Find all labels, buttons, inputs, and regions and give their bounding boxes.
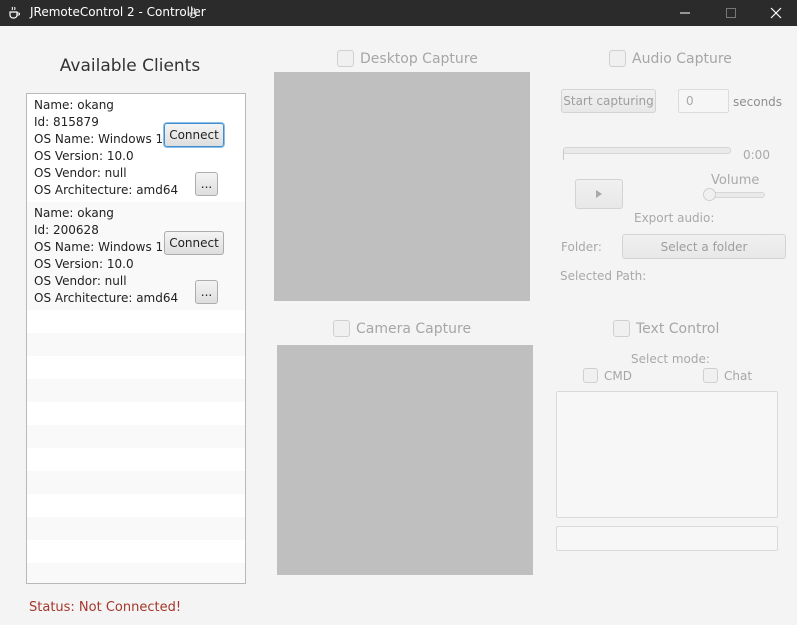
connection-status: Status: Not Connected! — [29, 600, 182, 615]
window-titlebar: JRemoteControl 2 - Controller — [0, 0, 797, 26]
camera-capture-view[interactable] — [277, 345, 533, 575]
empty-row — [27, 540, 245, 563]
close-button[interactable] — [753, 0, 797, 26]
connect-button[interactable]: Connect — [164, 123, 224, 147]
text-control-label: Text Control — [636, 320, 720, 337]
selected-path-label: Selected Path: — [560, 269, 647, 283]
chat-checkbox[interactable] — [703, 368, 718, 383]
desktop-capture-view[interactable] — [274, 72, 530, 301]
seconds-input[interactable]: 0 — [678, 89, 729, 113]
export-audio-label: Export audio: — [634, 211, 715, 225]
audio-time: 0:00 — [743, 148, 770, 162]
start-capturing-button[interactable]: Start capturing — [561, 89, 656, 113]
client-row[interactable]: Name: okang Id: 815879 OS Name: Windows … — [27, 94, 245, 202]
desktop-capture-label: Desktop Capture — [360, 50, 478, 67]
empty-row — [27, 563, 245, 583]
clients-heading: Available Clients — [59, 56, 201, 76]
client-id: Id: 200628 — [34, 223, 99, 237]
client-id: Id: 815879 — [34, 115, 99, 129]
audio-capture-toggle[interactable]: Audio Capture — [609, 50, 732, 67]
empty-row — [27, 402, 245, 425]
seconds-label: seconds — [733, 95, 783, 109]
folder-label: Folder: — [561, 240, 602, 254]
desktop-capture-toggle[interactable]: Desktop Capture — [337, 50, 478, 67]
text-control-checkbox[interactable] — [613, 320, 630, 337]
select-mode-label: Select mode: — [631, 352, 710, 366]
empty-row — [27, 425, 245, 448]
empty-row — [27, 517, 245, 540]
close-icon — [770, 7, 782, 19]
cmd-mode-option[interactable]: CMD — [583, 368, 632, 383]
camera-capture-label: Camera Capture — [356, 320, 472, 337]
cmd-checkbox[interactable] — [583, 368, 598, 383]
client-os-arch: OS Architecture: amd64 — [34, 183, 179, 197]
empty-row — [27, 448, 245, 471]
empty-row — [27, 310, 245, 333]
client-os-version: OS Version: 10.0 — [34, 257, 134, 271]
empty-row — [27, 471, 245, 494]
empty-row — [27, 356, 245, 379]
client-name: Name: okang — [34, 206, 114, 220]
client-os-vendor: OS Vendor: null — [34, 274, 127, 288]
client-os-vendor: OS Vendor: null — [34, 166, 127, 180]
text-control-toggle[interactable]: Text Control — [613, 320, 719, 337]
client-details-button[interactable]: ... — [195, 280, 218, 304]
chat-label: Chat — [724, 368, 753, 383]
volume-label: Volume — [711, 173, 760, 188]
empty-row — [27, 379, 245, 402]
client-row[interactable]: Name: okang Id: 200628 OS Name: Windows … — [27, 202, 245, 310]
audio-progress-slider[interactable] — [563, 147, 731, 154]
audio-capture-label: Audio Capture — [632, 50, 732, 67]
desktop-capture-checkbox[interactable] — [337, 50, 354, 67]
volume-slider[interactable] — [710, 192, 765, 198]
connect-button[interactable]: Connect — [164, 231, 224, 255]
maximize-icon — [726, 8, 736, 18]
client-name: Name: okang — [34, 98, 114, 112]
client-os-name: OS Name: Windows 10 — [34, 240, 171, 254]
cmd-label: CMD — [604, 368, 632, 383]
window-title: JRemoteControl 2 - Controller — [30, 5, 206, 19]
client-list[interactable]: Name: okang Id: 815879 OS Name: Windows … — [26, 93, 246, 584]
select-folder-button[interactable]: Select a folder — [622, 234, 786, 259]
java-cup-icon — [189, 7, 197, 18]
play-button[interactable] — [575, 179, 623, 209]
minimize-icon — [680, 12, 690, 14]
client-os-version: OS Version: 10.0 — [34, 149, 134, 163]
client-os-name: OS Name: Windows 10 — [34, 132, 171, 146]
play-icon — [596, 190, 602, 198]
camera-capture-toggle[interactable]: Camera Capture — [333, 320, 471, 337]
camera-capture-checkbox[interactable] — [333, 320, 350, 337]
text-output-area[interactable] — [556, 391, 778, 518]
client-details-button[interactable]: ... — [195, 172, 218, 196]
chat-mode-option[interactable]: Chat — [703, 368, 752, 383]
volume-slider-thumb[interactable] — [703, 188, 716, 201]
minimize-button[interactable] — [662, 0, 708, 26]
text-input-field[interactable] — [556, 526, 778, 551]
client-os-arch: OS Architecture: amd64 — [34, 291, 179, 305]
maximize-button[interactable] — [708, 0, 754, 26]
audio-capture-checkbox[interactable] — [609, 50, 626, 67]
app-coffee-icon — [9, 6, 20, 19]
audio-progress-tick — [563, 150, 564, 160]
empty-row — [27, 333, 245, 356]
empty-row — [27, 494, 245, 517]
